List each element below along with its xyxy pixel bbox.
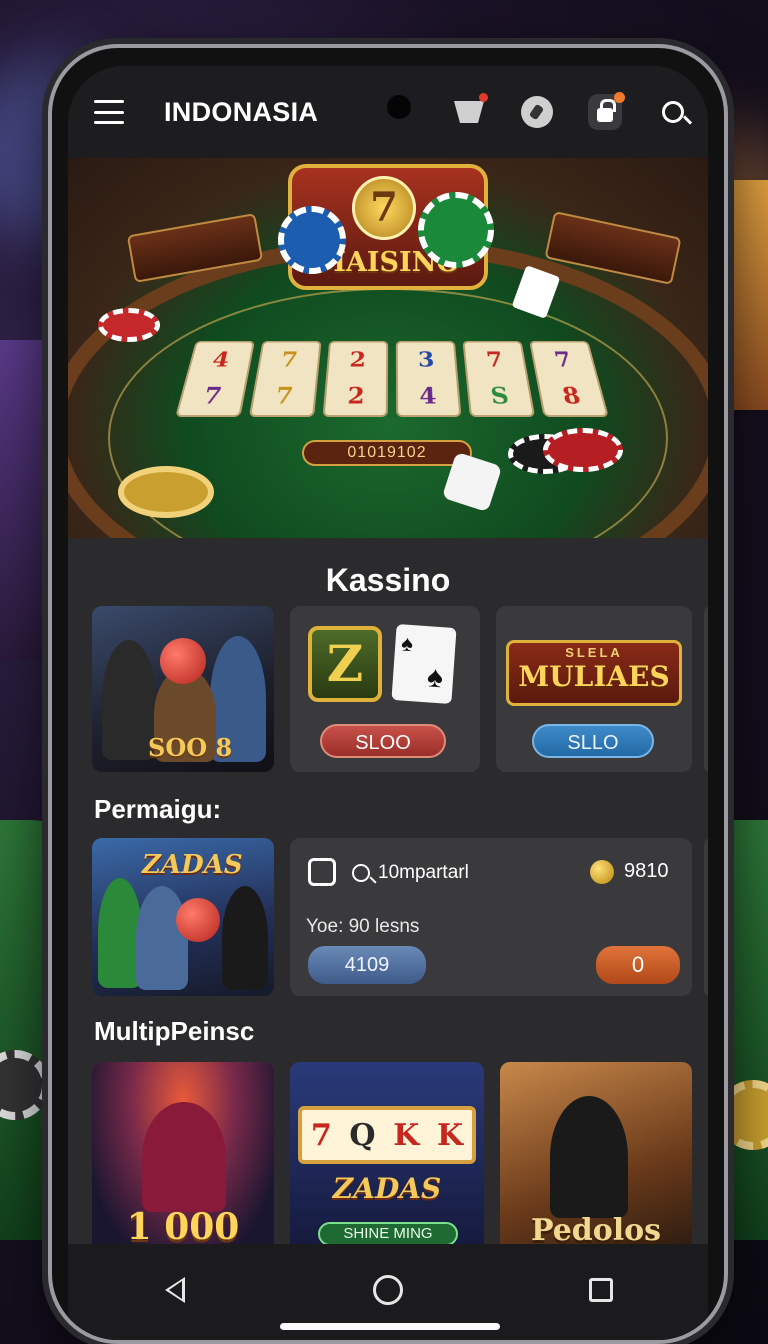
home-icon[interactable] — [368, 1270, 408, 1310]
banner-title: MULIAES — [518, 660, 670, 693]
coin-icon — [590, 860, 614, 884]
number-tile: 22 — [322, 340, 389, 417]
search-icon[interactable] — [352, 864, 370, 882]
game-card-slots[interactable]: Z ♠ ♠ SLOO — [290, 606, 480, 772]
section-title-kassino: Kassino — [325, 562, 451, 598]
cart-icon[interactable] — [452, 93, 488, 129]
game-card-zadas[interactable]: ZADAS — [92, 838, 274, 996]
chat-icon[interactable] — [308, 858, 336, 886]
search-icon[interactable] — [656, 95, 690, 129]
jackpot-counter: 01019102 — [302, 440, 472, 466]
reel-symbol: K — [393, 1117, 420, 1153]
reel-symbol: K — [437, 1117, 464, 1153]
game-card-1000[interactable]: 1 000 — [92, 1062, 274, 1254]
number-tile: 77 — [248, 340, 322, 417]
notification-dot — [614, 92, 625, 103]
dice-ball — [160, 638, 206, 684]
poker-chip — [98, 308, 160, 342]
phone-frame: INDONASIA MAISINO 7 47 77 2 2 3 4 7 S 7 … — [48, 44, 728, 1344]
section-title-multi: MultipPeinsc — [94, 1016, 255, 1046]
reel-symbol: Q — [349, 1117, 376, 1153]
number-tile: 34 — [395, 340, 462, 417]
app-screen: INDONASIA MAISINO 7 47 77 2 2 3 4 7 S 7 … — [68, 66, 708, 1340]
home-indicator[interactable] — [280, 1323, 500, 1330]
menu-icon[interactable] — [94, 100, 124, 124]
game-card-muliaes[interactable]: SLELA MULIAES SLLO — [496, 606, 692, 772]
game-card-label: SOO 8 — [148, 733, 233, 762]
number-tiles: 47 77 22 34 7S 78 — [175, 340, 609, 417]
front-camera — [384, 92, 414, 122]
next-card-peek[interactable] — [704, 606, 708, 772]
muliaes-banner: SLELA MULIAES — [506, 640, 682, 706]
account-panel: 10mpartarl 9810 Yoe: 90 lesns 4109 0 — [290, 838, 692, 996]
game-card-label: Pedolos — [530, 1213, 662, 1248]
spade-card-icon: ♠ ♠ — [391, 623, 457, 705]
panel-info-text: Yoe: 90 lesns — [306, 916, 420, 937]
header-actions — [452, 92, 690, 130]
poker-chip — [418, 192, 494, 268]
poker-chip — [278, 206, 346, 274]
game-card-label: 1 000 — [126, 1206, 240, 1248]
amount-button[interactable]: 4109 — [308, 946, 426, 984]
background-slot-machine — [0, 340, 52, 660]
next-card-peek[interactable] — [704, 838, 708, 996]
banner-subtitle: SLELA — [565, 645, 623, 660]
sloo-button[interactable]: SLOO — [320, 724, 446, 758]
player-figure — [142, 1102, 226, 1212]
game-card-players[interactable]: SOO 8 — [92, 606, 274, 772]
lock-icon[interactable] — [588, 92, 625, 130]
zero-button[interactable]: 0 — [596, 946, 680, 984]
app-title: INDONASIA — [164, 96, 319, 127]
player-figure — [136, 886, 188, 990]
game-card-pedolos[interactable]: Pedolos — [500, 1062, 692, 1254]
notification-dot — [479, 93, 488, 102]
section-title-permaigu: Permaigu: — [94, 794, 222, 824]
number-tile: 7S — [462, 340, 536, 417]
panel-search-text[interactable]: 10mpartarl — [378, 862, 469, 884]
hero-banner[interactable]: MAISINO 7 47 77 22 34 7S 78 01019102 — [68, 158, 708, 538]
player-figure — [550, 1096, 628, 1218]
game-logo: ZADAS — [332, 1172, 442, 1205]
z-game-badge: Z — [308, 626, 382, 702]
poker-chip — [543, 428, 623, 472]
slot-reels: 7 Q K K — [298, 1106, 476, 1164]
game-card-slot-machine[interactable]: 7 Q K K ZADAS SHINE MING — [290, 1062, 484, 1254]
game-banner-bar: SHINE MING — [318, 1222, 458, 1246]
reel-symbol: 7 — [310, 1117, 332, 1153]
hero-seven-coin: 7 — [352, 176, 416, 240]
recents-icon[interactable] — [581, 1270, 621, 1310]
game-card-label: ZADAS — [142, 850, 243, 880]
disc-icon[interactable] — [520, 95, 554, 129]
gold-coin — [118, 466, 214, 518]
dice-ball — [176, 898, 220, 942]
sllo-button[interactable]: SLLO — [532, 724, 654, 758]
back-icon[interactable] — [155, 1270, 195, 1310]
player-figure — [222, 886, 268, 990]
coin-balance: 9810 — [624, 860, 669, 882]
